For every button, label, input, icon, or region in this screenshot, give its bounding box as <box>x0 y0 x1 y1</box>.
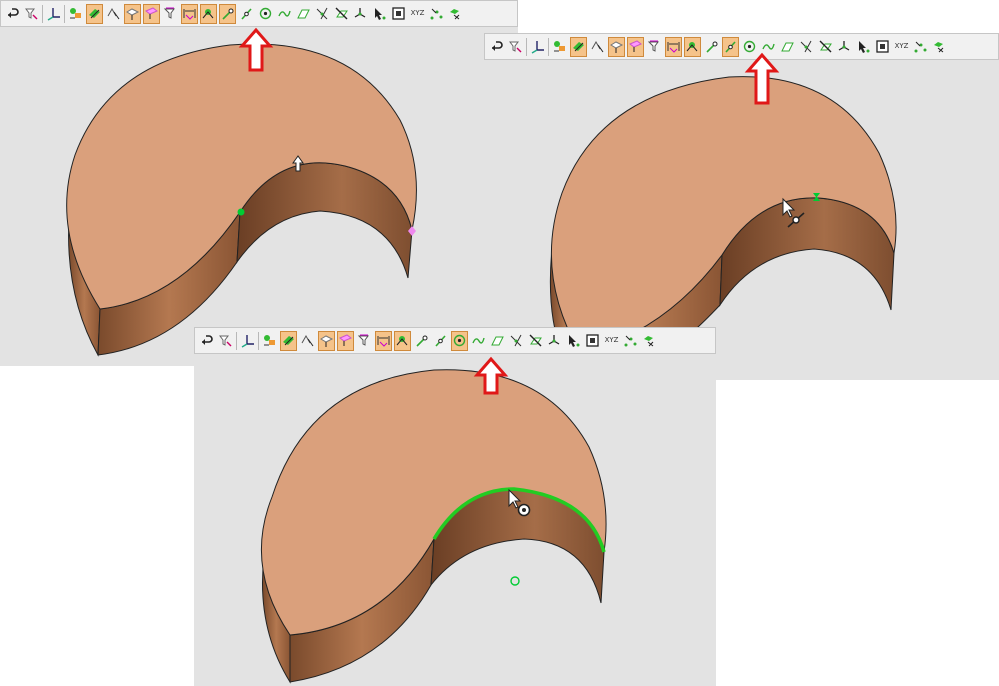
viewport-panel-1: XYZ <box>0 0 518 366</box>
viewport-panel-3: XYZ <box>194 327 716 686</box>
snap-point-marker <box>237 208 245 216</box>
midpoint-cursor-dot <box>792 216 800 224</box>
center-cursor-dot <box>522 508 526 512</box>
model-viewport[interactable] <box>194 327 716 686</box>
center-snap-marker <box>510 576 520 586</box>
model-viewport[interactable] <box>0 0 518 366</box>
